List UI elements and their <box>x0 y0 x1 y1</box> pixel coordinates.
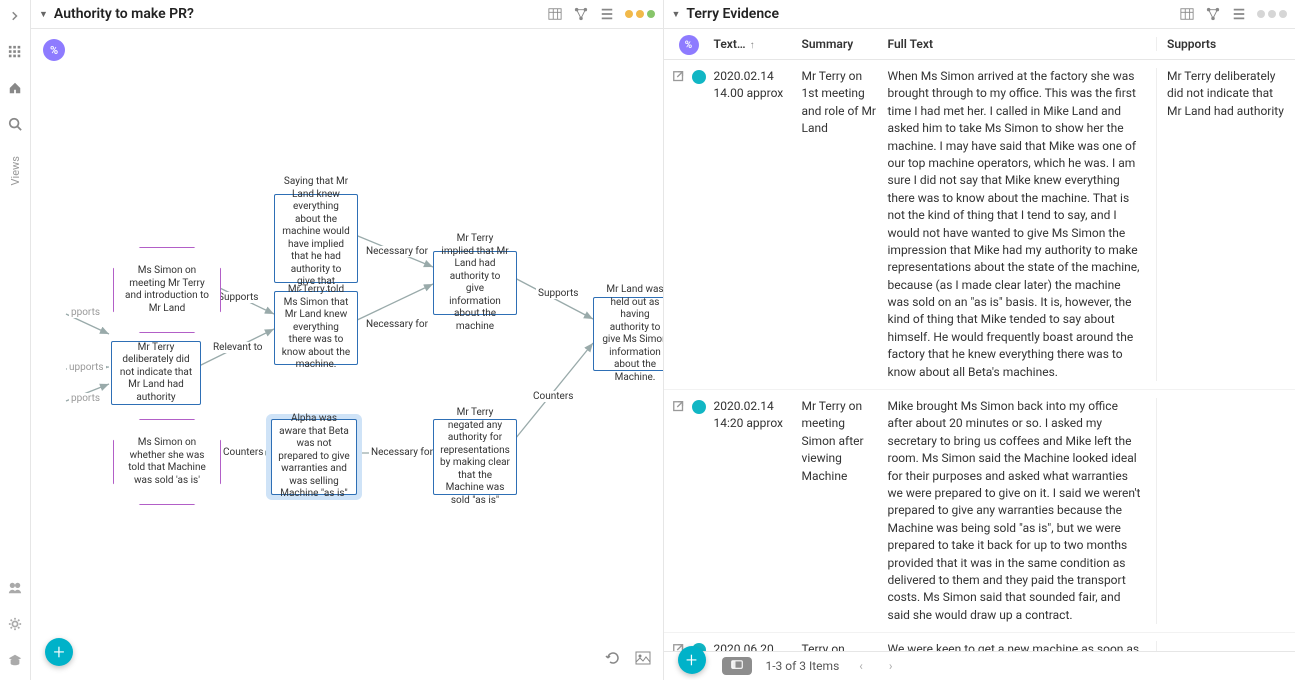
percent-badge[interactable]: % <box>679 35 699 55</box>
edge-label: pports <box>69 393 102 404</box>
node-rect[interactable]: Mr Terry implied that Mr Land had author… <box>433 251 517 315</box>
cell-fulltext: We were keen to get a new machine as soo… <box>888 641 1157 651</box>
col-summary[interactable]: Summary <box>802 37 888 51</box>
users-icon[interactable] <box>7 580 23 596</box>
table-row[interactable]: 2020.06.20Terry on buying a new machineW… <box>664 633 1295 651</box>
table-header: % Text…↑ Summary Full Text Supports <box>664 29 1295 60</box>
left-title-text: Authority to make PR? <box>54 6 194 22</box>
col-supports[interactable]: Supports <box>1156 37 1295 51</box>
right-panel-header: ▼ Terry Evidence <box>664 0 1295 29</box>
left-panel-title[interactable]: ▼ Authority to make PR? <box>39 6 541 22</box>
cell-supports <box>1156 641 1295 651</box>
cell-summary: Mr Terry on 1st meeting and role of Mr L… <box>802 68 888 381</box>
home-icon[interactable] <box>7 80 23 96</box>
list-view-icon[interactable] <box>599 6 615 22</box>
cell-summary: Terry on buying a new machine <box>802 641 888 651</box>
add-button[interactable]: + <box>678 646 706 674</box>
edge-label: Necessary for <box>364 319 430 330</box>
table-view-icon[interactable] <box>547 6 563 22</box>
pager-text: 1-3 of 3 Items <box>766 659 840 673</box>
col-fulltext[interactable]: Full Text <box>888 37 1157 51</box>
edge-label: Counters <box>221 447 265 458</box>
add-button[interactable]: + <box>45 638 73 666</box>
views-label[interactable]: Views <box>9 156 22 185</box>
right-title-text: Terry Evidence <box>686 6 779 22</box>
status-circle-icon <box>692 400 706 414</box>
search-icon[interactable] <box>7 116 23 132</box>
node-octagon[interactable]: Ms Simon on whether she was told that Ma… <box>113 419 221 505</box>
edge-label: Necessary for <box>364 246 430 257</box>
edge-label: Necessary for <box>369 447 435 458</box>
edge-label: Relevant to <box>211 342 265 353</box>
cell-supports: Mr Terry deliberately did not indicate t… <box>1156 68 1295 381</box>
image-icon[interactable] <box>635 650 651 670</box>
cell-fulltext: Mike brought Ms Simon back into my offic… <box>888 398 1157 624</box>
node-octagon[interactable]: Ms Simon on meeting Mr Terry and introdu… <box>113 247 221 333</box>
edge-label: Supports <box>216 292 260 303</box>
table-row[interactable]: 2020.02.14 14:20 approxMr Terry on meeti… <box>664 390 1295 633</box>
edge-label: pports <box>69 307 102 318</box>
cell-supports <box>1156 398 1295 624</box>
node-rect[interactable]: Mr Terry told Ms Simon that Mr Land knew… <box>274 291 358 365</box>
status-dots <box>1257 10 1287 18</box>
cell-fulltext: When Ms Simon arrived at the factory she… <box>888 68 1157 381</box>
left-rail: Views <box>0 0 31 680</box>
pager-prev[interactable]: ‹ <box>853 659 869 673</box>
sort-asc-icon: ↑ <box>750 40 755 51</box>
gear-icon[interactable] <box>7 616 23 632</box>
chevron-down-icon: ▼ <box>672 9 681 20</box>
diagram-canvas[interactable]: % <box>31 29 663 680</box>
table-view-icon[interactable] <box>1179 6 1195 22</box>
cell-date: 2020.02.14 14:20 approx <box>714 398 802 624</box>
open-icon[interactable] <box>672 400 686 414</box>
left-panel-header: ▼ Authority to make PR? <box>31 0 663 29</box>
node-rect-selected[interactable]: Alpha was aware that Beta was not prepar… <box>271 419 357 495</box>
table-row[interactable]: 2020.02.14 14.00 approxMr Terry on 1st m… <box>664 60 1295 390</box>
cell-date: 2020.06.20 <box>714 641 802 651</box>
graph-view-icon[interactable] <box>1205 6 1221 22</box>
pager: + 1-3 of 3 Items ‹ › <box>664 651 1295 680</box>
col-date[interactable]: Text…↑ <box>714 37 802 51</box>
status-circle-icon <box>692 70 706 84</box>
right-panel: ▼ Terry Evidence % Text…↑ <box>664 0 1295 680</box>
node-rect[interactable]: Mr Terry negated any authority for repre… <box>433 419 517 495</box>
edge-label: Counters <box>531 391 575 402</box>
open-icon[interactable] <box>672 70 686 84</box>
node-rect[interactable]: Mr Terry deliberately did not indicate t… <box>111 341 201 405</box>
left-panel: ▼ Authority to make PR? % <box>31 0 664 680</box>
evidence-table: % Text…↑ Summary Full Text Supports 2020… <box>664 29 1295 651</box>
expand-icon[interactable] <box>7 8 23 24</box>
grid-icon[interactable] <box>7 44 23 60</box>
node-rect[interactable]: Saying that Mr Land knew everything abou… <box>274 194 358 283</box>
node-rect[interactable]: Mr Land was held out as having authority… <box>593 297 663 371</box>
edge-label: upports <box>67 362 106 373</box>
chevron-down-icon: ▼ <box>39 9 48 20</box>
status-dots <box>625 10 655 18</box>
list-view-icon[interactable] <box>1231 6 1247 22</box>
pager-next[interactable]: › <box>883 659 899 673</box>
cell-summary: Mr Terry on meeting Simon after viewing … <box>802 398 888 624</box>
edge-label: Supports <box>536 288 580 299</box>
right-panel-title[interactable]: ▼ Terry Evidence <box>672 6 1174 22</box>
cell-date: 2020.02.14 14.00 approx <box>714 68 802 381</box>
undo-icon[interactable] <box>605 650 621 670</box>
graduation-icon[interactable] <box>7 652 23 668</box>
graph-view-icon[interactable] <box>573 6 589 22</box>
card-view-icon[interactable] <box>722 657 752 675</box>
